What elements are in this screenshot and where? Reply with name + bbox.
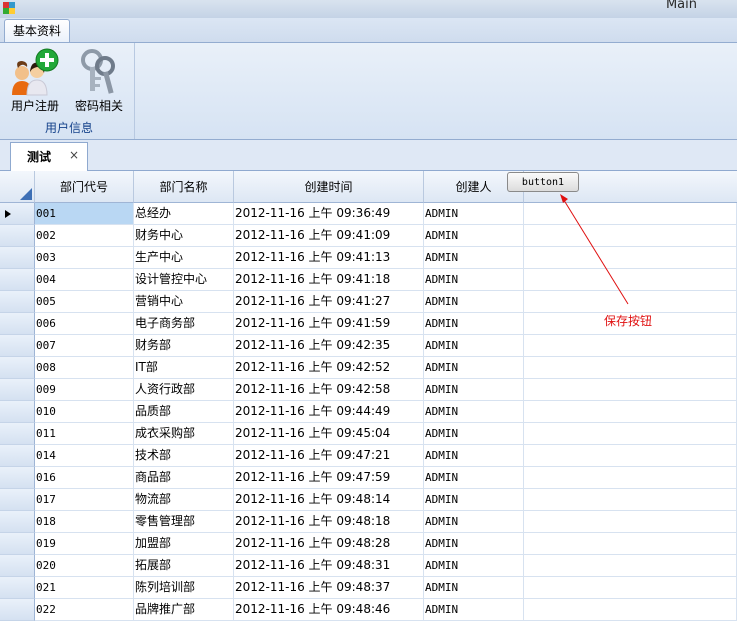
annotation-arrow — [560, 194, 629, 305]
annotation-save-button: 保存按钮 — [604, 314, 653, 328]
